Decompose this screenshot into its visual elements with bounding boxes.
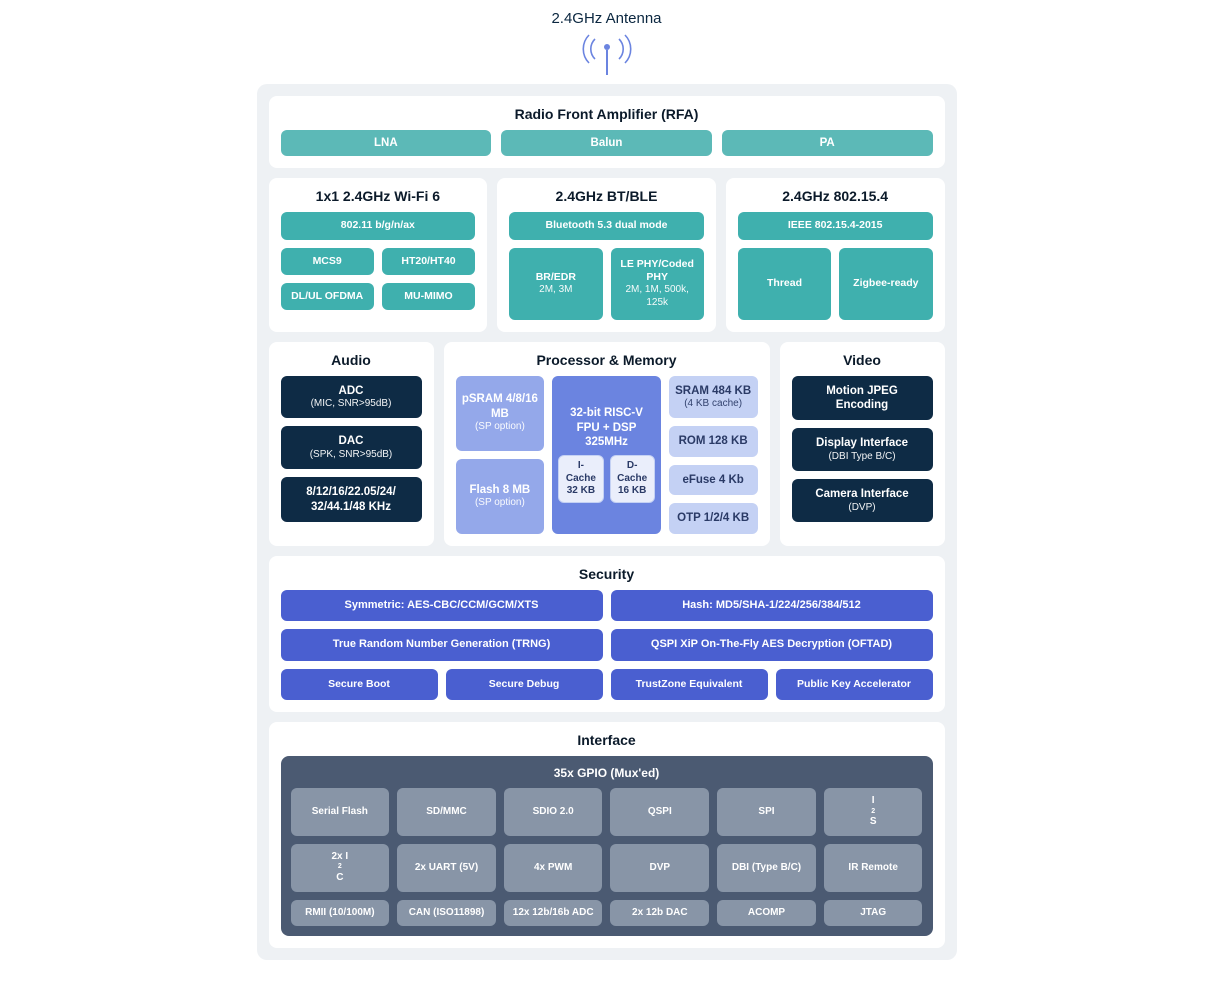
wifi-ofdma: DL/UL OFDMA: [281, 283, 374, 310]
iface-2-0: RMII (10/100M): [291, 900, 390, 927]
ieee154-title: 2.4GHz 802.15.4: [738, 188, 933, 204]
interface-panel: Interface 35x GPIO (Mux'ed) Serial Flash…: [269, 722, 945, 948]
sram: SRAM 484 KB(4 KB cache): [669, 376, 758, 419]
zigbee: Zigbee-ready: [839, 248, 932, 320]
efuse: eFuse 4 Kb: [669, 465, 758, 495]
iface-0-2: SDIO 2.0: [504, 788, 603, 836]
wifi-ht: HT20/HT40: [382, 248, 475, 275]
mjpeg: Motion JPEGEncoding: [792, 376, 933, 421]
ieee154-panel: 2.4GHz 802.15.4 IEEE 802.15.4-2015 Threa…: [726, 178, 945, 331]
sec-debug: Secure Debug: [446, 669, 603, 700]
gpio-title: 35x GPIO (Mux'ed): [291, 766, 923, 780]
icache: I-Cache32 KB: [558, 455, 603, 503]
processor-panel: Processor & Memory pSRAM 4/8/16 MB(SP op…: [444, 342, 770, 546]
iface-1-3: DVP: [610, 844, 709, 892]
iface-2-5: JTAG: [824, 900, 923, 927]
rfa-title: Radio Front Amplifier (RFA): [281, 106, 933, 122]
bt-ver: Bluetooth 5.3 dual mode: [509, 212, 704, 239]
sec-pka: Public Key Accelerator: [776, 669, 933, 700]
bt-title: 2.4GHz BT/BLE: [509, 188, 704, 204]
iface-1-4: DBI (Type B/C): [717, 844, 816, 892]
iface-1-1: 2x UART (5V): [397, 844, 496, 892]
sec-oftad: QSPI XiP On-The-Fly AES Decryption (OFTA…: [611, 629, 933, 661]
iface-1-5: IR Remote: [824, 844, 923, 892]
audio-dac: DAC(SPK, SNR>95dB): [281, 426, 422, 469]
iface-0-5: I2S: [824, 788, 923, 836]
ieee154-std: IEEE 802.15.4-2015: [738, 212, 933, 239]
antenna-icon: [577, 31, 637, 75]
iface-2-4: ACOMP: [717, 900, 816, 927]
audio-panel: Audio ADC(MIC, SNR>95dB) DAC(SPK, SNR>95…: [269, 342, 434, 546]
iface-2-1: CAN (ISO11898): [397, 900, 496, 927]
wifi-panel: 1x1 2.4GHz Wi-Fi 6 802.11 b/g/n/ax MCS9 …: [269, 178, 488, 331]
audio-adc: ADC(MIC, SNR>95dB): [281, 376, 422, 419]
sec-boot: Secure Boot: [281, 669, 438, 700]
interface-title: Interface: [281, 732, 933, 748]
sec-trng: True Random Number Generation (TRNG): [281, 629, 603, 661]
wifi-mcs9: MCS9: [281, 248, 374, 275]
chip-body: Radio Front Amplifier (RFA) LNA Balun PA…: [257, 84, 957, 960]
video-title: Video: [792, 352, 933, 368]
security-title: Security: [281, 566, 933, 582]
wifi-title: 1x1 2.4GHz Wi-Fi 6: [281, 188, 476, 204]
sec-sym: Symmetric: AES-CBC/CCM/GCM/XTS: [281, 590, 603, 622]
bt-panel: 2.4GHz BT/BLE Bluetooth 5.3 dual mode BR…: [497, 178, 716, 331]
wifi-mumimo: MU-MIMO: [382, 283, 475, 310]
security-panel: Security Symmetric: AES-CBC/CCM/GCM/XTS …: [269, 556, 945, 713]
rfa-pa: PA: [722, 130, 933, 156]
thread: Thread: [738, 248, 831, 320]
wifi-std: 802.11 b/g/n/ax: [281, 212, 476, 239]
psram: pSRAM 4/8/16 MB(SP option): [456, 376, 545, 451]
antenna-block: 2.4GHz Antenna: [257, 10, 957, 80]
sec-tz: TrustZone Equivalent: [611, 669, 768, 700]
camera-if: Camera Interface(DVP): [792, 479, 933, 522]
iface-0-0: Serial Flash: [291, 788, 390, 836]
rfa-lna: LNA: [281, 130, 492, 156]
antenna-label: 2.4GHz Antenna: [257, 10, 957, 27]
bt-bredr: BR/EDR 2M, 3M: [509, 248, 602, 320]
bt-lephy: LE PHY/Coded PHY 2M, 1M, 500k, 125k: [611, 248, 704, 320]
audio-title: Audio: [281, 352, 422, 368]
rfa-balun: Balun: [501, 130, 712, 156]
iface-1-0: 2x I2C: [291, 844, 390, 892]
core: 32-bit RISC-V FPU + DSP 325MHz I-Cache32…: [552, 376, 660, 534]
iface-1-2: 4x PWM: [504, 844, 603, 892]
rfa-panel: Radio Front Amplifier (RFA) LNA Balun PA: [269, 96, 945, 168]
processor-title: Processor & Memory: [456, 352, 758, 368]
otp: OTP 1/2/4 KB: [669, 503, 758, 533]
video-panel: Video Motion JPEGEncoding Display Interf…: [780, 342, 945, 546]
iface-2-3: 2x 12b DAC: [610, 900, 709, 927]
flash: Flash 8 MB(SP option): [456, 459, 545, 534]
display-if: Display Interface(DBI Type B/C): [792, 428, 933, 471]
sec-hash: Hash: MD5/SHA-1/224/256/384/512: [611, 590, 933, 622]
rom: ROM 128 KB: [669, 426, 758, 456]
iface-0-3: QSPI: [610, 788, 709, 836]
iface-2-2: 12x 12b/16b ADC: [504, 900, 603, 927]
gpio-mux: 35x GPIO (Mux'ed) Serial FlashSD/MMCSDIO…: [281, 756, 933, 936]
iface-0-4: SPI: [717, 788, 816, 836]
iface-0-1: SD/MMC: [397, 788, 496, 836]
audio-rates: 8/12/16/22.05/24/32/44.1/48 KHz: [281, 477, 422, 522]
dcache: D-Cache16 KB: [610, 455, 655, 503]
